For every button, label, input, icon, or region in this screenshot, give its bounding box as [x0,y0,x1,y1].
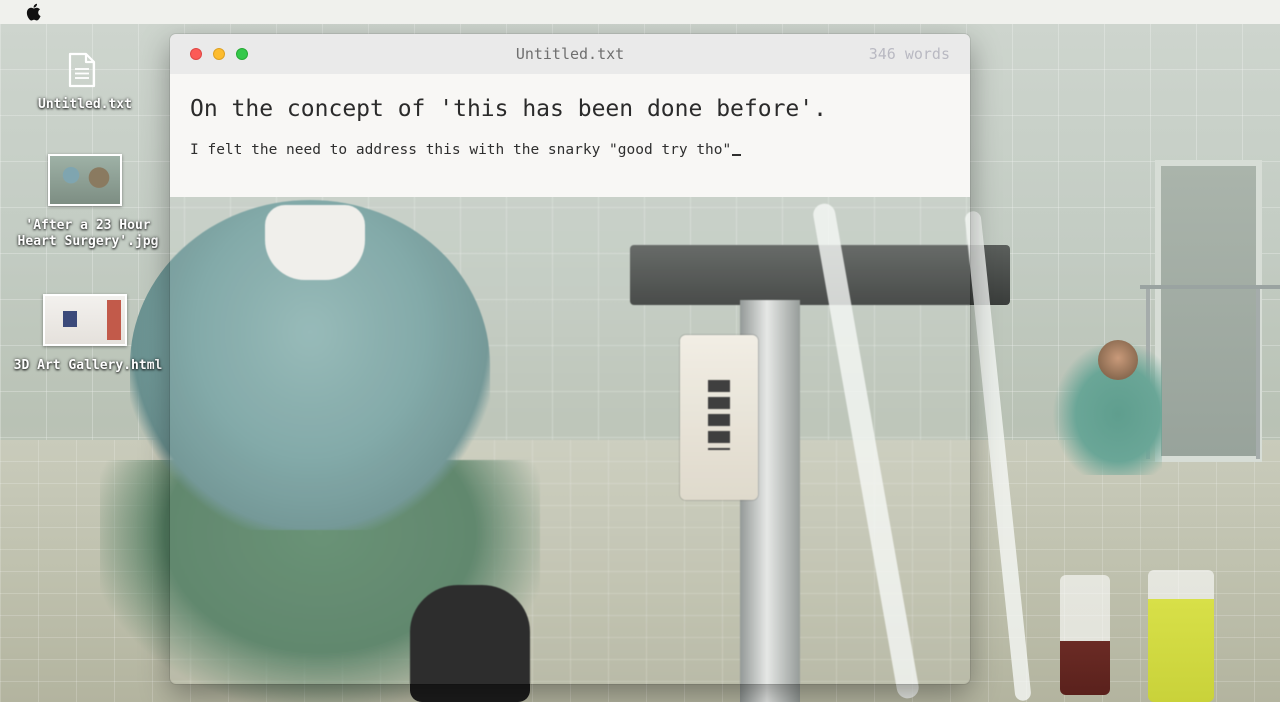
menu-bar [0,0,1280,24]
wallpaper-nurse-head [1098,340,1138,380]
desktop-icon-label: Untitled.txt [38,97,132,112]
desktop-icon-3d-art-gallery-html[interactable]: 3D Art Gallery.html [8,290,168,385]
text-editor-window: Untitled.txt 346 words On the concept of… [170,34,970,684]
desktop-icon-label: 'After a 23 Hour Heart Surgery'.jpg [17,218,159,249]
text-editor-area[interactable]: On the concept of 'this has been done be… [170,74,970,197]
window-title: Untitled.txt [515,45,625,63]
document-text[interactable]: I felt the need to address this with the… [190,142,731,158]
text-cursor [732,154,742,156]
window-titlebar[interactable]: Untitled.txt 346 words [170,34,970,74]
document-text-line[interactable]: I felt the need to address this with the… [190,142,742,158]
html-thumbnail-icon [43,294,127,346]
word-count: 346 words [868,45,950,63]
desktop-icon-heart-surgery-jpg[interactable]: 'After a 23 Hour Heart Surgery'.jpg [10,150,166,260]
apple-logo-icon[interactable] [24,2,42,22]
text-document-icon [68,52,96,88]
window-transparent-body[interactable] [170,197,970,684]
wallpaper-bottle-red [1060,575,1110,695]
image-thumbnail-icon [48,154,122,206]
document-heading[interactable]: On the concept of 'this has been done be… [190,96,827,122]
wallpaper-bottle-yellow [1148,570,1214,702]
desktop-icon-label: 3D Art Gallery.html [13,358,163,373]
